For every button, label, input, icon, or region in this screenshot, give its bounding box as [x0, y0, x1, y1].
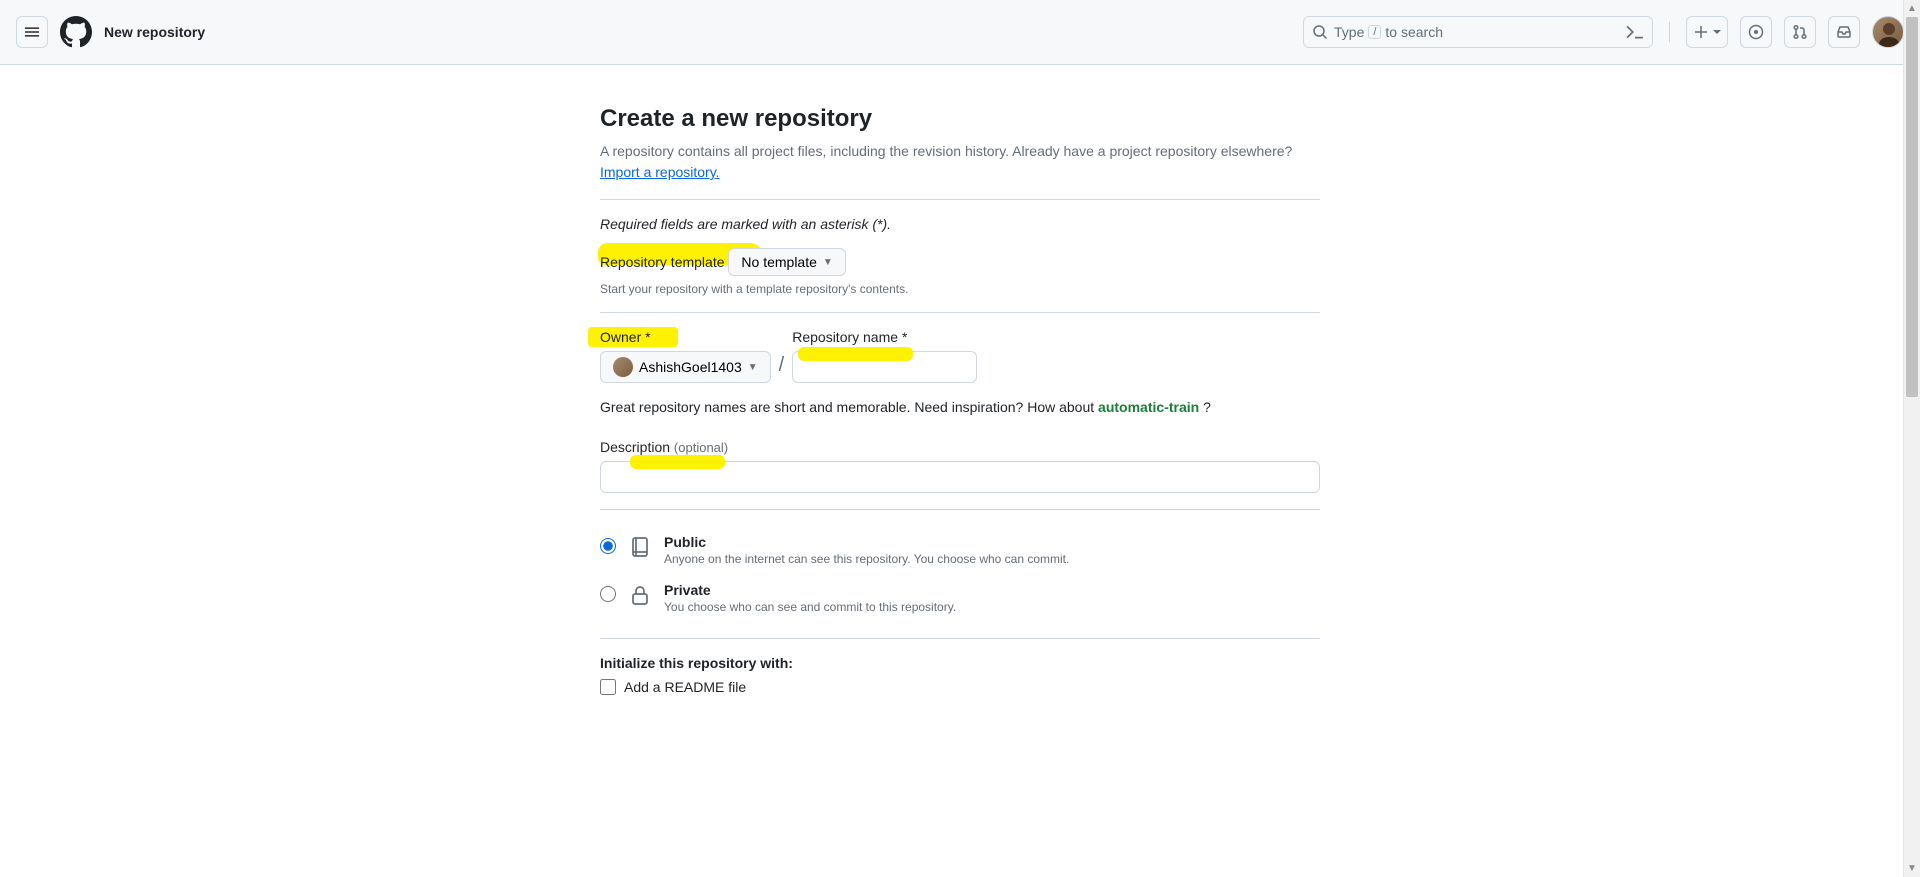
caret-down-icon: ▼ — [823, 257, 833, 268]
header-divider — [1669, 22, 1670, 42]
search-placeholder-suffix: to search — [1385, 24, 1443, 40]
divider — [600, 509, 1320, 510]
owner-select[interactable]: AshishGoel1403 ▼ — [600, 351, 771, 383]
hamburger-icon — [24, 24, 40, 40]
visibility-public-row[interactable]: Public Anyone on the internet can see th… — [600, 526, 1320, 574]
create-new-button[interactable] — [1686, 16, 1728, 48]
private-desc: You choose who can see and commit to thi… — [664, 600, 956, 614]
inbox-icon — [1836, 24, 1852, 40]
scroll-down-arrow-icon[interactable]: ▼ — [1904, 860, 1920, 877]
pull-requests-button[interactable] — [1784, 16, 1816, 48]
caret-down-icon: ▼ — [748, 362, 758, 373]
search-kbd: / — [1368, 25, 1381, 39]
issue-icon — [1748, 24, 1764, 40]
divider — [600, 199, 1320, 200]
repo-name-input[interactable] — [792, 351, 977, 383]
github-logo-icon[interactable] — [60, 16, 92, 48]
user-avatar[interactable] — [1872, 16, 1904, 48]
owner-value: AshishGoel1403 — [639, 359, 742, 375]
add-readme-row[interactable]: Add a README file — [600, 679, 1320, 695]
description-label: Description (optional) — [600, 439, 1320, 455]
name-suggestion-line: Great repository names are short and mem… — [600, 399, 1320, 415]
add-readme-label: Add a README file — [624, 679, 746, 695]
divider — [600, 638, 1320, 639]
description-section: Description (optional) — [600, 439, 1320, 493]
divider — [600, 312, 1320, 313]
owner-repo-row: Owner * AshishGoel1403 ▼ / Repository na… — [600, 329, 1320, 383]
owner-label: Owner * — [600, 329, 771, 345]
initialize-heading: Initialize this repository with: — [600, 655, 1320, 671]
page-context: New repository — [104, 24, 205, 40]
vertical-scrollbar[interactable]: ▲ ▼ — [1903, 0, 1920, 877]
owner-avatar-icon — [613, 357, 633, 377]
repo-name-label: Repository name * — [792, 329, 977, 345]
main-content: Create a new repository A repository con… — [600, 65, 1320, 735]
command-palette-icon — [1626, 23, 1644, 41]
add-readme-checkbox[interactable] — [600, 679, 616, 695]
search-icon — [1312, 24, 1328, 40]
global-header: New repository Type / to search — [0, 0, 1920, 65]
menu-button[interactable] — [16, 16, 48, 48]
search-placeholder-prefix: Type — [1334, 24, 1364, 40]
scroll-thumb[interactable] — [1906, 17, 1918, 397]
plus-icon — [1693, 24, 1709, 40]
description-input[interactable] — [600, 461, 1320, 493]
issues-button[interactable] — [1740, 16, 1772, 48]
visibility-public-radio[interactable] — [600, 538, 616, 554]
public-desc: Anyone on the internet can see this repo… — [664, 552, 1069, 566]
suggested-name-button[interactable]: automatic-train — [1098, 399, 1199, 415]
template-section: Repository template No template ▼ Start … — [600, 248, 1320, 296]
required-note: Required fields are marked with an aster… — [600, 216, 1320, 232]
template-value: No template — [741, 254, 816, 270]
template-label: Repository template — [600, 254, 725, 270]
pull-request-icon — [1792, 24, 1808, 40]
page-title: Create a new repository — [600, 105, 1320, 133]
visibility-private-row[interactable]: Private You choose who can see and commi… — [600, 574, 1320, 622]
visibility-private-radio[interactable] — [600, 586, 616, 602]
template-select[interactable]: No template ▼ — [728, 248, 845, 276]
page-subtitle: A repository contains all project files,… — [600, 141, 1320, 183]
import-repository-link[interactable]: Import a repository. — [600, 164, 720, 180]
public-title: Public — [664, 534, 1069, 550]
repo-icon — [628, 535, 652, 559]
owner-repo-slash: / — [779, 354, 785, 383]
private-title: Private — [664, 582, 956, 598]
caret-down-icon — [1713, 28, 1721, 36]
template-help: Start your repository with a template re… — [600, 282, 1320, 296]
notifications-button[interactable] — [1828, 16, 1860, 48]
scroll-up-arrow-icon[interactable]: ▲ — [1904, 0, 1920, 17]
lock-icon — [628, 583, 652, 607]
search-bar[interactable]: Type / to search — [1303, 16, 1653, 48]
